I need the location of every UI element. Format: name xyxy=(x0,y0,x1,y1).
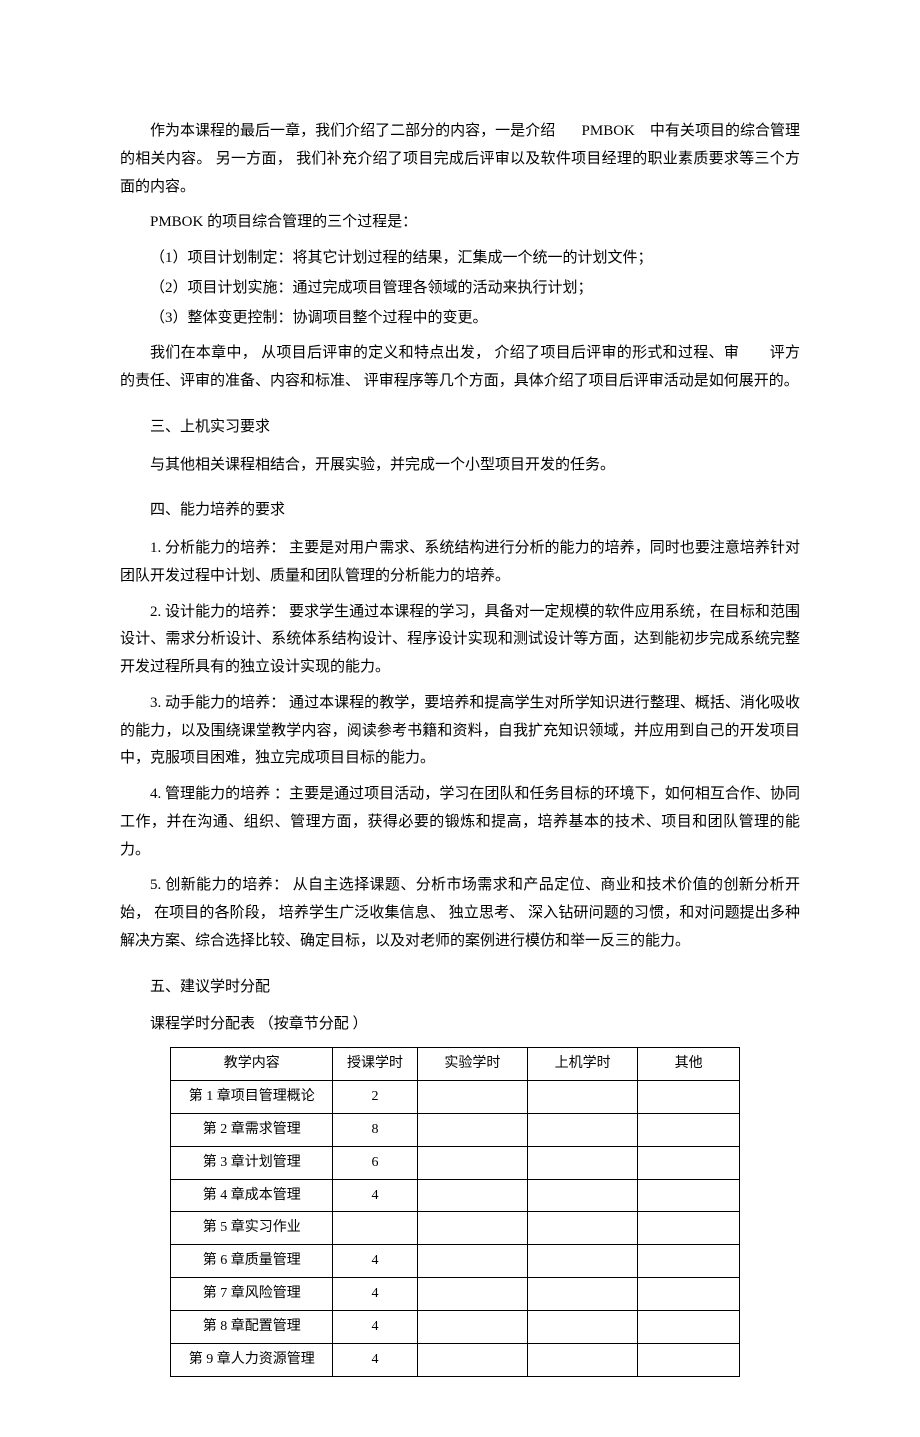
ability-handson: 3. 动手能力的培养： 通过本课程的教学，要培养和提高学生对所学知识进行整理、概… xyxy=(120,690,800,773)
process-item-1: （1）项目计划制定：将其它计划过程的结果，汇集成一个统一的计划文件； xyxy=(150,245,800,273)
document-page: 作为本课程的最后一章，我们介绍了二部分的内容，一是介绍 PMBOK 中有关项目的… xyxy=(0,0,920,1437)
post-review-paragraph: 我们在本章中， 从项目后评审的定义和特点出发， 介绍了项目后评审的形式和过程、审… xyxy=(120,340,800,396)
cell-content: 第 4 章成本管理 xyxy=(171,1179,333,1212)
cell-lab xyxy=(528,1278,638,1311)
cell-other xyxy=(638,1344,740,1377)
intro-paragraph-1: 作为本课程的最后一章，我们介绍了二部分的内容，一是介绍 PMBOK 中有关项目的… xyxy=(120,118,800,201)
cell-lab xyxy=(528,1113,638,1146)
cell-other xyxy=(638,1212,740,1245)
cell-lab xyxy=(528,1212,638,1245)
ability-design: 2. 设计能力的培养： 要求学生通过本课程的学习，具备对一定规模的软件应用系统，… xyxy=(120,599,800,682)
section-3-title: 三、上机实习要求 xyxy=(150,414,800,442)
th-other: 其他 xyxy=(638,1048,740,1081)
cell-lecture: 4 xyxy=(333,1179,417,1212)
intro-p1-part-b: PMBOK xyxy=(582,123,635,139)
cell-exp xyxy=(417,1344,527,1377)
cell-lab xyxy=(528,1311,638,1344)
table-row: 第 7 章风险管理 4 xyxy=(171,1278,740,1311)
cell-lecture xyxy=(333,1212,417,1245)
th-exp: 实验学时 xyxy=(417,1048,527,1081)
section-3-body: 与其他相关课程相结合，开展实验，并完成一个小型项目开发的任务。 xyxy=(120,452,800,480)
cell-content: 第 3 章计划管理 xyxy=(171,1146,333,1179)
table-row: 第 3 章计划管理 6 xyxy=(171,1146,740,1179)
cell-other xyxy=(638,1278,740,1311)
section-4-title: 四、能力培养的要求 xyxy=(150,497,800,525)
process-item-2: （2）项目计划实施：通过完成项目管理各领域的活动来执行计划； xyxy=(150,275,800,303)
cell-lecture: 4 xyxy=(333,1245,417,1278)
cell-lab xyxy=(528,1146,638,1179)
cell-exp xyxy=(417,1113,527,1146)
table-row: 第 1 章项目管理概论 2 xyxy=(171,1080,740,1113)
cell-exp xyxy=(417,1278,527,1311)
table-row: 第 8 章配置管理 4 xyxy=(171,1311,740,1344)
cell-exp xyxy=(417,1311,527,1344)
cell-lecture: 8 xyxy=(333,1113,417,1146)
ability-management: 4. 管理能力的培养 ：主要是通过项目活动，学习在团队和任务目标的环境下，如何相… xyxy=(120,781,800,864)
th-lecture: 授课学时 xyxy=(333,1048,417,1081)
cell-lab xyxy=(528,1344,638,1377)
cell-exp xyxy=(417,1179,527,1212)
cell-lecture: 2 xyxy=(333,1080,417,1113)
cell-other xyxy=(638,1146,740,1179)
cell-lecture: 4 xyxy=(333,1278,417,1311)
th-content: 教学内容 xyxy=(171,1048,333,1081)
cell-exp xyxy=(417,1080,527,1113)
th-lab: 上机学时 xyxy=(528,1048,638,1081)
hours-allocation-table: 教学内容 授课学时 实验学时 上机学时 其他 第 1 章项目管理概论 2 第 2… xyxy=(170,1047,740,1377)
table-row: 第 4 章成本管理 4 xyxy=(171,1179,740,1212)
section-5-title: 五、建议学时分配 xyxy=(150,974,800,1002)
cell-lecture: 4 xyxy=(333,1311,417,1344)
cell-other xyxy=(638,1245,740,1278)
cell-exp xyxy=(417,1146,527,1179)
cell-content: 第 1 章项目管理概论 xyxy=(171,1080,333,1113)
cell-content: 第 9 章人力资源管理 xyxy=(171,1344,333,1377)
intro-p1-part-a: 作为本课程的最后一章，我们介绍了二部分的内容，一是介绍 xyxy=(150,123,555,139)
table-body: 第 1 章项目管理概论 2 第 2 章需求管理 8 第 3 章计划管理 6 xyxy=(171,1080,740,1376)
process-item-3: （3）整体变更控制：协调项目整个过程中的变更。 xyxy=(150,305,800,333)
cell-other xyxy=(638,1080,740,1113)
cell-exp xyxy=(417,1212,527,1245)
ability-analysis: 1. 分析能力的培养： 主要是对用户需求、系统结构进行分析的能力的培养，同时也要… xyxy=(120,535,800,591)
table-header-row: 教学内容 授课学时 实验学时 上机学时 其他 xyxy=(171,1048,740,1081)
cell-other xyxy=(638,1113,740,1146)
table-row: 第 5 章实习作业 xyxy=(171,1212,740,1245)
table-caption: 课程学时分配表 （按章节分配 ） xyxy=(120,1011,800,1039)
pmbok-processes-heading: PMBOK 的项目综合管理的三个过程是： xyxy=(120,209,800,237)
cell-lecture: 6 xyxy=(333,1146,417,1179)
cell-other xyxy=(638,1311,740,1344)
cell-lab xyxy=(528,1080,638,1113)
cell-content: 第 7 章风险管理 xyxy=(171,1278,333,1311)
table-row: 第 2 章需求管理 8 xyxy=(171,1113,740,1146)
cell-content: 第 6 章质量管理 xyxy=(171,1245,333,1278)
cell-lab xyxy=(528,1179,638,1212)
table-row: 第 9 章人力资源管理 4 xyxy=(171,1344,740,1377)
cell-lecture: 4 xyxy=(333,1344,417,1377)
cell-exp xyxy=(417,1245,527,1278)
cell-content: 第 8 章配置管理 xyxy=(171,1311,333,1344)
ability-innovation: 5. 创新能力的培养： 从自主选择课题、分析市场需求和产品定位、商业和技术价值的… xyxy=(120,872,800,955)
cell-content: 第 5 章实习作业 xyxy=(171,1212,333,1245)
cell-lab xyxy=(528,1245,638,1278)
table-row: 第 6 章质量管理 4 xyxy=(171,1245,740,1278)
cell-other xyxy=(638,1179,740,1212)
cell-content: 第 2 章需求管理 xyxy=(171,1113,333,1146)
